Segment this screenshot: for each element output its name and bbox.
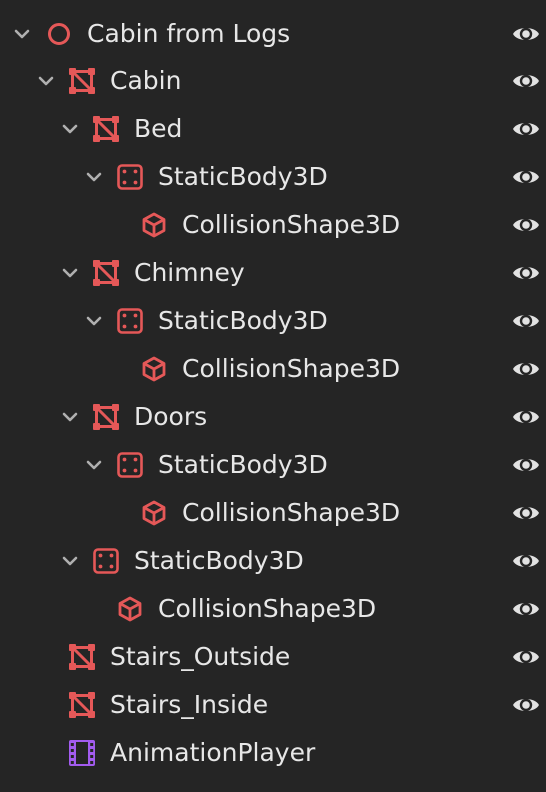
chevron-down-icon[interactable] [60,263,80,283]
mesh-instance-icon [68,691,96,719]
mesh-instance-icon [68,643,96,671]
tree-row-collision-shape[interactable]: CollisionShape3D [0,585,546,633]
node-label-collision-shape[interactable]: CollisionShape3D [182,201,400,249]
chevron-down-icon[interactable] [36,71,56,91]
visibility-eye-icon[interactable] [511,499,541,527]
node-label-static-body[interactable]: StaticBody3D [158,441,328,489]
tree-row-cabin-from-logs[interactable]: Cabin from Logs [0,10,546,58]
static-body-icon [116,451,144,479]
visibility-eye-icon[interactable] [511,67,541,95]
visibility-eye-icon[interactable] [511,643,541,671]
node-label-doors[interactable]: Doors [134,393,207,441]
node-label-cabin[interactable]: Cabin [110,57,181,105]
visibility-eye-icon[interactable] [511,115,541,143]
visibility-eye-icon[interactable] [511,355,541,383]
tree-row-static-body[interactable]: StaticBody3D [0,537,546,585]
tree-row-collision-shape[interactable]: CollisionShape3D [0,201,546,249]
collision-shape-icon [140,355,168,383]
node-label-cabin-from-logs[interactable]: Cabin from Logs [87,10,290,58]
chevron-down-icon[interactable] [84,311,104,331]
visibility-eye-icon[interactable] [511,547,541,575]
visibility-eye-icon[interactable] [511,403,541,431]
tree-row-chimney[interactable]: Chimney [0,249,546,297]
tree-row-static-body[interactable]: StaticBody3D [0,441,546,489]
node-label-bed[interactable]: Bed [134,105,182,153]
mesh-instance-icon [92,259,120,287]
visibility-eye-icon[interactable] [511,691,541,719]
collision-shape-icon [140,211,168,239]
static-body-icon [116,307,144,335]
tree-row-stairs-outside[interactable]: Stairs_Outside [0,633,546,681]
node-label-static-body[interactable]: StaticBody3D [158,153,328,201]
node3d-circle-icon [45,20,73,48]
tree-row-collision-shape[interactable]: CollisionShape3D [0,345,546,393]
chevron-down-icon[interactable] [60,119,80,139]
tree-row-static-body[interactable]: StaticBody3D [0,297,546,345]
visibility-eye-icon[interactable] [511,20,541,48]
node-label-collision-shape[interactable]: CollisionShape3D [158,585,376,633]
node-label-collision-shape[interactable]: CollisionShape3D [182,345,400,393]
tree-row-animation-player[interactable]: AnimationPlayer [0,729,546,777]
chevron-down-icon[interactable] [84,167,104,187]
static-body-icon [116,163,144,191]
visibility-eye-icon[interactable] [511,163,541,191]
scene-tree-panel: Cabin from Logs Cabin Bed StaticBody3D C… [0,0,546,792]
visibility-eye-icon[interactable] [511,211,541,239]
chevron-down-icon[interactable] [60,551,80,571]
mesh-instance-icon [92,403,120,431]
collision-shape-icon [116,595,144,623]
visibility-eye-icon[interactable] [511,451,541,479]
node-label-static-body[interactable]: StaticBody3D [134,537,304,585]
tree-row-cabin[interactable]: Cabin [0,57,546,105]
chevron-down-icon[interactable] [84,455,104,475]
node-label-stairs-inside[interactable]: Stairs_Inside [110,681,268,729]
collision-shape-icon [140,499,168,527]
tree-row-stairs-inside[interactable]: Stairs_Inside [0,681,546,729]
tree-row-collision-shape[interactable]: CollisionShape3D [0,489,546,537]
node-label-collision-shape[interactable]: CollisionShape3D [182,489,400,537]
tree-row-bed[interactable]: Bed [0,105,546,153]
visibility-eye-icon[interactable] [511,595,541,623]
animation-player-icon [68,739,96,767]
node-label-animation-player[interactable]: AnimationPlayer [110,729,315,777]
node-label-static-body[interactable]: StaticBody3D [158,297,328,345]
tree-row-doors[interactable]: Doors [0,393,546,441]
node-label-stairs-outside[interactable]: Stairs_Outside [110,633,290,681]
visibility-eye-icon[interactable] [511,259,541,287]
mesh-instance-icon [92,115,120,143]
static-body-icon [92,547,120,575]
chevron-down-icon[interactable] [60,407,80,427]
chevron-down-icon[interactable] [12,24,32,44]
mesh-instance-icon [68,67,96,95]
node-label-chimney[interactable]: Chimney [134,249,245,297]
tree-row-static-body[interactable]: StaticBody3D [0,153,546,201]
visibility-eye-icon[interactable] [511,307,541,335]
